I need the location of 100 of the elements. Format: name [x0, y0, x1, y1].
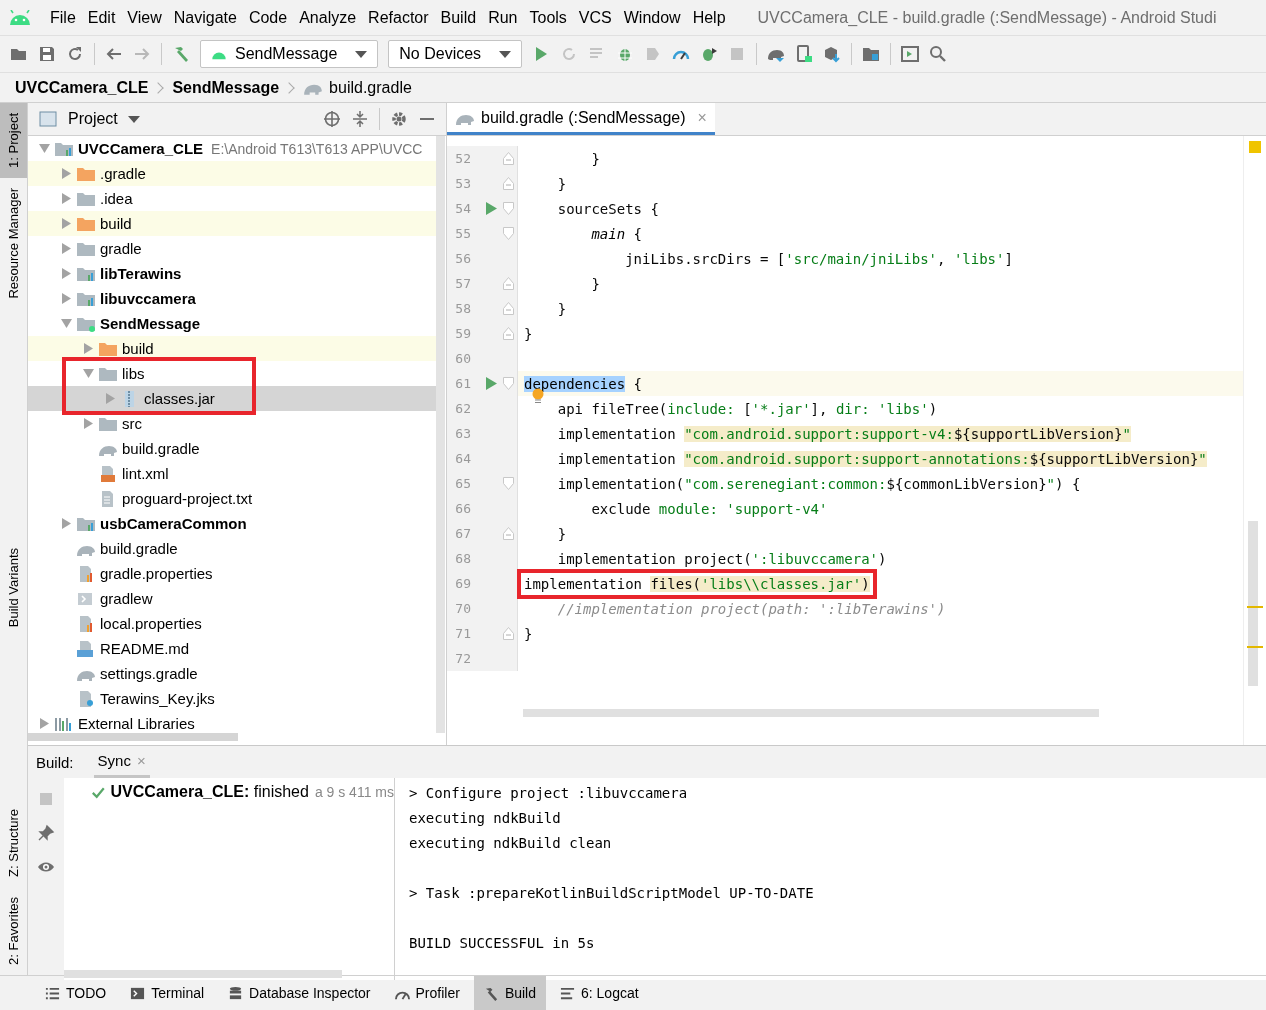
- stop-icon[interactable]: [37, 790, 55, 808]
- tree-item[interactable]: .idea: [28, 186, 436, 211]
- collapse-icon[interactable]: [351, 110, 369, 128]
- settings-icon[interactable]: [390, 110, 408, 128]
- project-view-dropdown[interactable]: Project: [68, 110, 140, 128]
- collapsed-arrow-icon[interactable]: [61, 518, 71, 529]
- tree-item[interactable]: src: [28, 411, 436, 436]
- collapsed-arrow-icon[interactable]: [61, 268, 71, 279]
- scrollbar-thumb[interactable]: [28, 733, 238, 741]
- tree-item[interactable]: gradle: [28, 236, 436, 261]
- tree-item[interactable]: build.gradle: [28, 536, 436, 561]
- fold-icon[interactable]: [503, 202, 514, 215]
- collapsed-arrow-icon[interactable]: [105, 393, 115, 404]
- tree-item[interactable]: Terawins_Key.jks: [28, 686, 436, 711]
- search-icon[interactable]: [929, 45, 948, 63]
- tree-item[interactable]: README.md: [28, 636, 436, 661]
- unfold-icon[interactable]: [503, 527, 514, 540]
- unfold-icon[interactable]: [503, 277, 514, 290]
- tool-window-button[interactable]: Terminal: [120, 976, 215, 1010]
- expanded-arrow-icon[interactable]: [82, 369, 94, 378]
- menu-item[interactable]: Help: [686, 8, 732, 27]
- save-icon[interactable]: [38, 45, 56, 63]
- breadcrumb-item[interactable]: SendMessage: [172, 78, 280, 97]
- unfold-icon[interactable]: [503, 177, 514, 190]
- unfold-icon[interactable]: [503, 327, 514, 340]
- tree-item[interactable]: classes.jar: [28, 386, 436, 411]
- tree-item[interactable]: gradlew: [28, 586, 436, 611]
- highlight-marker-icon[interactable]: [1247, 646, 1263, 648]
- pin-icon[interactable]: [37, 824, 55, 842]
- scrollbar-thumb[interactable]: [436, 136, 445, 733]
- tool-window-tab[interactable]: Build Variants: [0, 538, 27, 638]
- phone-icon[interactable]: [795, 45, 814, 63]
- highlight-marker-icon[interactable]: [1247, 606, 1263, 608]
- tree-item[interactable]: libuvccamera: [28, 286, 436, 311]
- breadcrumb-item[interactable]: build.gradle: [329, 78, 412, 97]
- collapsed-arrow-icon[interactable]: [61, 243, 71, 254]
- expanded-arrow-icon[interactable]: [60, 319, 72, 328]
- menu-item[interactable]: View: [121, 8, 168, 27]
- editor-tab[interactable]: build.gradle (:SendMessage) ×: [447, 103, 715, 135]
- run-configuration-dropdown[interactable]: SendMessage: [200, 40, 379, 68]
- menu-item[interactable]: Analyze: [293, 8, 363, 27]
- device-dropdown[interactable]: No Devices: [388, 40, 523, 68]
- fold-icon[interactable]: [503, 227, 514, 240]
- tree-item[interactable]: build: [28, 336, 436, 361]
- tree-item[interactable]: proguard-project.txt: [28, 486, 436, 511]
- scrollbar-thumb[interactable]: [64, 970, 342, 978]
- unfold-icon[interactable]: [503, 627, 514, 640]
- tool-window-tab[interactable]: Z: Structure: [0, 799, 27, 888]
- package-download-icon[interactable]: [823, 45, 842, 63]
- unfold-icon[interactable]: [503, 152, 514, 165]
- tree-item[interactable]: SendMessage: [28, 311, 436, 336]
- collapsed-arrow-icon[interactable]: [39, 718, 49, 729]
- fold-icon[interactable]: [503, 477, 514, 490]
- tool-window-button[interactable]: Build: [473, 976, 546, 1010]
- collapsed-arrow-icon[interactable]: [83, 418, 93, 429]
- window-play-icon[interactable]: [901, 45, 920, 63]
- menu-item[interactable]: Build: [434, 8, 483, 27]
- menu-item[interactable]: Window: [617, 8, 687, 27]
- menu-item[interactable]: File: [44, 8, 82, 27]
- tree-item[interactable]: External Libraries: [28, 711, 436, 733]
- run-icon[interactable]: [485, 377, 497, 390]
- scrollbar-thumb[interactable]: [1248, 521, 1258, 686]
- tree-item[interactable]: gradle.properties: [28, 561, 436, 586]
- tree-item[interactable]: build: [28, 211, 436, 236]
- expanded-arrow-icon[interactable]: [38, 144, 50, 153]
- tool-window-tab[interactable]: 2: Favorites: [0, 887, 27, 975]
- warning-marker-icon[interactable]: [1249, 141, 1261, 153]
- collapsed-arrow-icon[interactable]: [61, 218, 71, 229]
- tree-item[interactable]: libs: [28, 361, 436, 386]
- menu-item[interactable]: Edit: [81, 8, 122, 27]
- folder-grid-icon[interactable]: [862, 45, 881, 63]
- build-status[interactable]: UVCCamera_CLE: finished: [110, 783, 309, 801]
- sync-icon[interactable]: [66, 45, 84, 63]
- collapsed-arrow-icon[interactable]: [61, 293, 71, 304]
- scrollbar-thumb[interactable]: [523, 709, 1099, 717]
- breadcrumb-item[interactable]: UVCCamera_CLE: [15, 78, 149, 97]
- tree-item[interactable]: UVCCamera_CLE E:\Android T613\T613 APP\UVCC: [28, 136, 436, 161]
- menu-item[interactable]: Run: [482, 8, 524, 27]
- tree-item[interactable]: local.properties: [28, 611, 436, 636]
- unfold-icon[interactable]: [503, 302, 514, 315]
- tool-window-button[interactable]: Profiler: [384, 976, 470, 1010]
- tree-item[interactable]: lint.xml: [28, 461, 436, 486]
- collapsed-arrow-icon[interactable]: [61, 168, 71, 179]
- tree-item[interactable]: .gradle: [28, 161, 436, 186]
- tool-window-button[interactable]: 6: Logcat: [550, 976, 649, 1010]
- tree-item[interactable]: usbCameraCommon: [28, 511, 436, 536]
- fold-icon[interactable]: [503, 377, 514, 390]
- crosshair-icon[interactable]: [323, 110, 341, 128]
- tool-window-button[interactable]: TODO: [35, 976, 117, 1010]
- run-icon[interactable]: [485, 202, 497, 215]
- collapsed-arrow-icon[interactable]: [61, 193, 71, 204]
- menu-item[interactable]: Navigate: [167, 8, 243, 27]
- tool-window-tab[interactable]: Resource Manager: [0, 177, 27, 309]
- tree-item[interactable]: settings.gradle: [28, 661, 436, 686]
- build-tab[interactable]: Sync ×: [93, 746, 150, 778]
- tree-item[interactable]: libTerawins: [28, 261, 436, 286]
- menu-item[interactable]: Refactor: [362, 8, 435, 27]
- menu-item[interactable]: Code: [242, 8, 294, 27]
- menu-item[interactable]: VCS: [572, 8, 618, 27]
- collapsed-arrow-icon[interactable]: [83, 343, 93, 354]
